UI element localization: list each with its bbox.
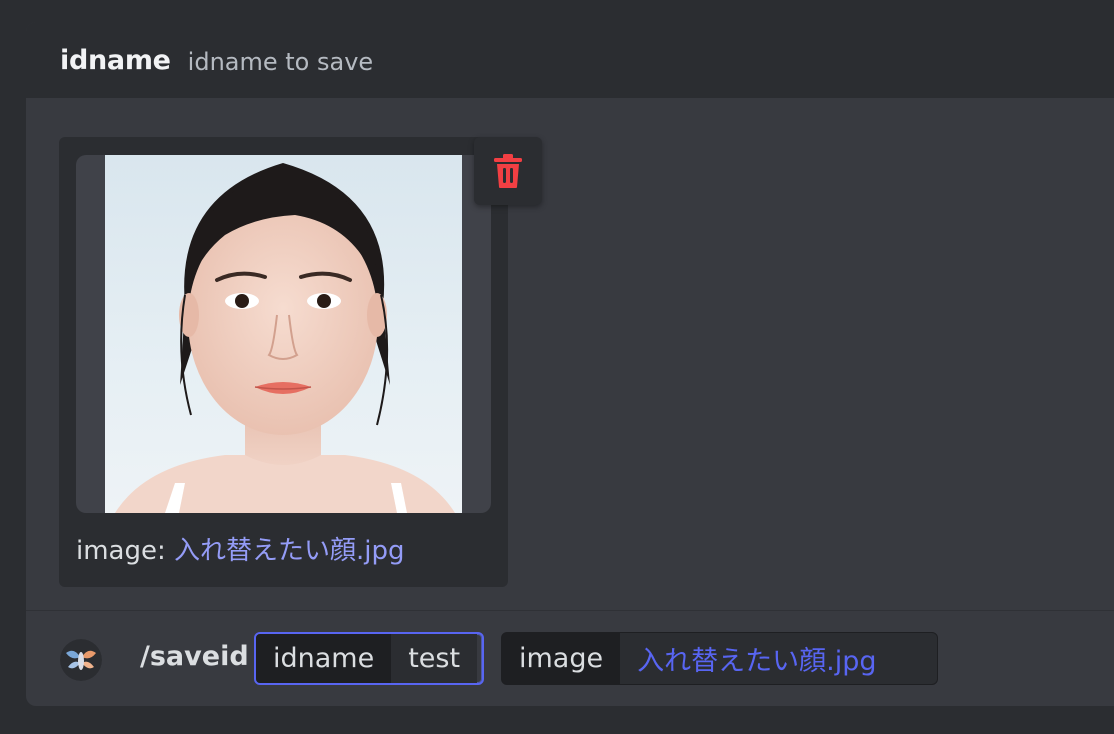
param-chip-idname[interactable]: idname test	[254, 632, 484, 685]
attachment-filename[interactable]: 入れ替えたい顔.jpg	[174, 536, 405, 566]
option-description: idname to save	[187, 47, 374, 76]
command-name: /saveid	[140, 641, 249, 672]
param-label: image	[502, 633, 621, 684]
bot-avatar-icon	[60, 639, 102, 681]
slash-command-bar: /saveid idname test image 入れ替えたい顔.jpg	[26, 611, 1114, 706]
attachment-preview-card: image: 入れ替えたい顔.jpg	[59, 137, 542, 587]
param-value[interactable]: test	[391, 634, 478, 683]
attachment-caption: image: 入れ替えたい顔.jpg	[76, 530, 405, 567]
caption-prefix: image:	[76, 536, 175, 566]
param-chip-image[interactable]: image 入れ替えたい顔.jpg	[501, 632, 938, 685]
portrait-illustration	[115, 163, 455, 513]
image-frame	[76, 155, 491, 513]
trash-icon	[494, 154, 522, 188]
attachment-image	[105, 155, 462, 513]
param-label: idname	[256, 634, 392, 683]
bot-avatar[interactable]	[60, 639, 102, 681]
command-option-panel: idname idname to save image: 入れ替えたい顔.jpg…	[26, 22, 1114, 706]
option-header: idname idname to save	[26, 22, 1114, 98]
delete-attachment-button[interactable]	[474, 137, 542, 205]
option-name: idname	[60, 44, 171, 76]
param-value[interactable]: 入れ替えたい顔.jpg	[620, 633, 937, 684]
